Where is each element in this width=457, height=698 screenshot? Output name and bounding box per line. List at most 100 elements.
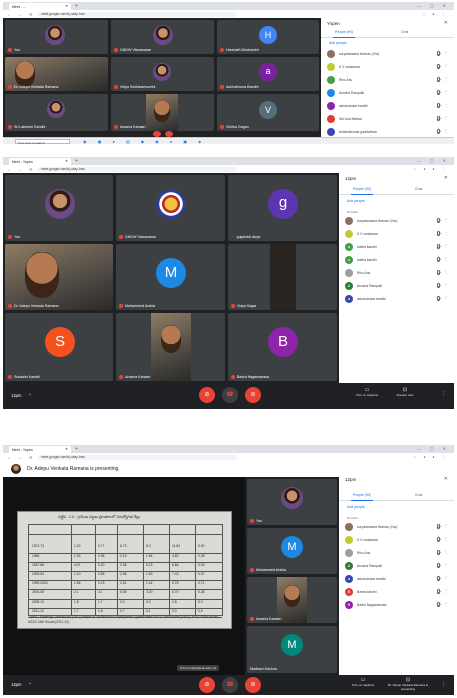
address-bar[interactable]: meet.google.com/bj-ukay-hxw xyxy=(37,11,237,17)
more-options-icon[interactable]: ⋮ xyxy=(444,282,448,287)
more-options-icon[interactable]: ⋮ xyxy=(444,50,448,55)
tab-chat[interactable]: Chat xyxy=(415,187,422,191)
tab-chat[interactable]: Chat xyxy=(415,493,422,497)
close-icon[interactable]: ✕ xyxy=(444,20,448,26)
tab-chat[interactable]: Chat xyxy=(401,30,408,34)
participant-row[interactable]: B Banta bandhi ⋮ xyxy=(343,586,450,598)
participant-tile[interactable]: GNDW Viswanaran xyxy=(111,20,214,54)
add-people-button[interactable]: Add people xyxy=(347,505,365,509)
participant-row[interactable]: Rinu Anu ⋮ xyxy=(343,267,450,279)
more-options-icon[interactable]: ⋮ xyxy=(444,575,448,580)
participant-tile[interactable]: Sri Lakshmi Gandhi xyxy=(5,94,108,131)
participant-tile[interactable]: Vidya Sekharamoorthi xyxy=(111,57,214,91)
participant-row[interactable]: a anitha kandhi ⋮ xyxy=(343,241,450,253)
more-options-icon[interactable]: ⋮ xyxy=(444,588,448,593)
more-options-icon[interactable]: ⋮ xyxy=(444,549,448,554)
participant-row[interactable]: suryadarsana thomas (You) ⋮ xyxy=(343,215,450,227)
participant-row[interactable]: Anusha Rampalli ⋮ xyxy=(325,87,450,99)
new-tab-icon[interactable]: + xyxy=(75,446,78,452)
participant-row[interactable]: A Anusha Rampalli ⋮ xyxy=(343,560,450,572)
participant-tile[interactable]: g ··· gujuluddi divya xyxy=(228,175,337,241)
more-options-icon[interactable]: ⋮ xyxy=(441,391,446,397)
window-controls[interactable]: — ▢ ✕ xyxy=(417,446,450,451)
more-options-icon[interactable]: ⋮ xyxy=(444,536,448,541)
participant-tile[interactable]: H Harshath Deshmukh xyxy=(217,20,319,54)
participant-tile[interactable]: You xyxy=(247,479,337,525)
participant-row[interactable]: Rinu Anu ⋮ xyxy=(343,547,450,559)
participant-tile[interactable]: S Suhasini Kandhi xyxy=(5,313,113,381)
leave-call-button[interactable]: ☎ xyxy=(222,677,238,693)
participant-row[interactable]: K V vandanaa ⋮ xyxy=(343,534,450,546)
taskbar-search[interactable]: Type here to search xyxy=(15,139,70,144)
participant-tile[interactable]: Dr. Adepu Venkata Ramana xyxy=(5,57,108,91)
more-options-icon[interactable]: ⋮ xyxy=(444,63,448,68)
participant-row[interactable]: a ashokumaar bandhi ⋮ xyxy=(343,573,450,585)
participant-tile[interactable]: M Mohammed Arshia xyxy=(116,244,225,310)
more-options-icon[interactable]: ⋮ xyxy=(444,601,448,606)
more-options-icon[interactable]: ⋮ xyxy=(444,217,448,222)
participant-row[interactable]: K V vandanaa ⋮ xyxy=(343,228,450,240)
more-options-icon[interactable]: ⋮ xyxy=(444,243,448,248)
new-tab-icon[interactable]: + xyxy=(75,158,78,164)
participant-tile[interactable]: Vidya Sagar xyxy=(228,244,337,310)
extensions-icon[interactable]: ☆ ● ⋮ xyxy=(422,12,448,16)
tab-people[interactable]: People (90) xyxy=(350,187,374,195)
taskbar-app-icons[interactable]: ◉ ▣ ● ▤ ◆ ◉ ● ▣ ◈ xyxy=(83,139,206,144)
participant-row[interactable]: Rinu Anu ⋮ xyxy=(325,74,450,86)
more-options-icon[interactable]: ⋮ xyxy=(444,128,448,133)
participant-row[interactable]: a anitha kandhi ⋮ xyxy=(343,254,450,266)
participant-row[interactable]: Sai Lisa Mahaa ⋮ xyxy=(325,113,450,125)
more-options-icon[interactable]: ⋮ xyxy=(444,76,448,81)
add-people-button[interactable]: Add people xyxy=(329,41,347,45)
more-options-icon[interactable]: ⋮ xyxy=(444,295,448,300)
participant-row[interactable]: suryadarsana thomas (You) ⋮ xyxy=(325,48,450,60)
mic-off-button[interactable]: ⊘ xyxy=(199,387,215,403)
browser-tab[interactable]: Meet - ... ✕ xyxy=(9,3,71,10)
address-bar[interactable]: meet.google.com/bj-ukay-hxw xyxy=(37,166,237,172)
participant-tile[interactable]: Anasha Kansari xyxy=(247,577,337,623)
tab-people[interactable]: People (90) xyxy=(350,493,374,501)
extensions-icon[interactable]: ☆ ● ● ⋮ xyxy=(413,167,448,171)
participant-row[interactable]: B Badra Nagamanasa ⋮ xyxy=(343,599,450,611)
more-options-icon[interactable]: ⋮ xyxy=(444,102,448,107)
mic-off-button[interactable]: ⊘ xyxy=(199,677,215,693)
more-options-icon[interactable]: ⋮ xyxy=(444,269,448,274)
chevron-up-icon[interactable]: ^ xyxy=(29,681,31,686)
more-options-icon[interactable]: ⋮ xyxy=(441,681,446,687)
more-options-icon[interactable]: ⋮ xyxy=(444,523,448,528)
participant-row[interactable]: A Anusha Rampalli ⋮ xyxy=(343,280,450,292)
participant-row[interactable]: a ashokumaar bandhi ⋮ xyxy=(343,293,450,305)
window-controls[interactable]: — ▢ ✕ xyxy=(417,158,450,163)
participant-tile[interactable]: B Badra Nagamanasa xyxy=(228,313,337,381)
more-options-icon[interactable]: ⋮ xyxy=(444,562,448,567)
add-people-button[interactable]: Add people xyxy=(347,199,365,203)
browser-tab[interactable]: Meet - Yspen ✕ xyxy=(9,446,71,453)
captions-button[interactable]: ▭ Turn on captions xyxy=(347,387,387,397)
participant-row[interactable]: ashokumaar bandhi ⋮ xyxy=(325,100,450,112)
participant-tile[interactable]: M Mohammed Arshia xyxy=(247,528,337,574)
more-options-icon[interactable]: ⋮ xyxy=(444,89,448,94)
participant-row[interactable]: suryadarsana thomas (You) ⋮ xyxy=(343,521,450,533)
camera-off-button[interactable]: ⊘ xyxy=(245,387,261,403)
chevron-up-icon[interactable]: ^ xyxy=(29,392,31,397)
participant-tile[interactable]: Anasha Kansari xyxy=(116,313,225,381)
participant-tile[interactable]: a Ashhathuma Bandhi xyxy=(217,57,319,91)
participant-tile[interactable]: Dr. Adepu Venkata Ramana xyxy=(5,244,113,310)
close-tab-icon[interactable]: ✕ xyxy=(65,447,68,451)
present-now-button[interactable]: ⊡ Present now xyxy=(385,387,425,397)
more-options-icon[interactable]: ⋮ xyxy=(444,256,448,261)
close-tab-icon[interactable]: ✕ xyxy=(65,4,68,8)
tab-people[interactable]: People (90) xyxy=(332,30,356,38)
participant-tile[interactable]: M Madhavi Krishna xyxy=(247,626,337,673)
more-options-icon[interactable]: ⋮ xyxy=(444,230,448,235)
presenting-status-button[interactable]: ⊡ Dr. Adepu Venkata Ramana is presenting xyxy=(383,677,433,691)
participant-tile[interactable]: Anasha Kansari xyxy=(111,94,214,131)
participant-row[interactable]: K V vandanaa ⋮ xyxy=(325,61,450,73)
more-options-icon[interactable]: ⋮ xyxy=(444,115,448,120)
close-icon[interactable]: ✕ xyxy=(444,175,448,181)
captions-button[interactable]: ▭ Turn on captions xyxy=(343,677,383,687)
leave-call-button[interactable]: ☎ xyxy=(222,387,238,403)
close-icon[interactable]: ✕ xyxy=(444,476,448,482)
participant-tile[interactable]: GNDW Viswanaran xyxy=(116,175,225,241)
participant-tile[interactable]: V Vinitha Gagan xyxy=(217,94,319,131)
